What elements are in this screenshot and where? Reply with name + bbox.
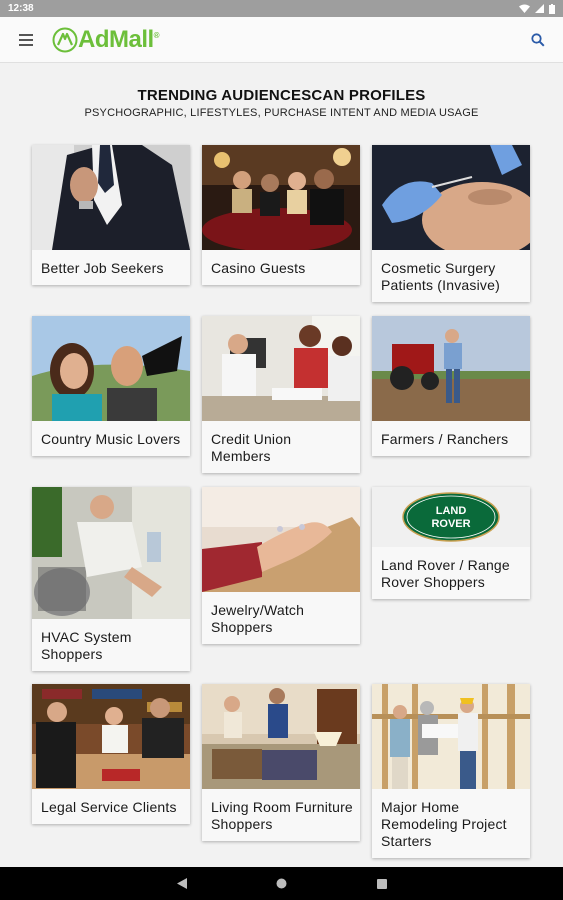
profile-label: Major Home Remodeling Project Starters [381,799,507,849]
home-circle-icon [276,878,287,889]
profile-card-home-remodeling[interactable]: Major Home Remodeling Project Starters [372,684,530,858]
profile-label: HVAC System Shoppers [41,629,132,662]
profile-card-better-job-seekers[interactable]: Better Job Seekers [32,145,190,285]
app-bar: AdMall® [0,17,563,63]
profile-label: Better Job Seekers [41,260,164,276]
profile-card-country-music[interactable]: Country Music Lovers [32,316,190,456]
profile-label: Legal Service Clients [41,799,177,815]
profile-image [32,487,190,619]
status-time: 12:38 [8,3,34,14]
profile-label: Country Music Lovers [41,431,181,447]
page-title: TRENDING AUDIENCESCAN PROFILES [137,87,426,104]
menu-button[interactable] [16,29,38,51]
profile-label: Cosmetic Surgery Patients (Invasive) [381,260,500,293]
logo-registered-mark: ® [153,30,160,40]
profile-label: Living Room Furniture Shoppers [211,799,353,832]
logo-text: AdMall® [78,25,160,54]
profile-card-farmers[interactable]: Farmers / Ranchers [372,316,530,456]
profile-image [202,145,360,250]
profile-card-living-room[interactable]: Living Room Furniture Shoppers [202,684,360,841]
profile-image [32,316,190,421]
admall-logo[interactable]: AdMall® [52,25,160,54]
profile-label: Land Rover / Range Rover Shoppers [381,557,510,590]
profile-image [372,684,530,789]
profile-label: Credit Union Members [211,431,292,464]
profile-card-cosmetic-surgery[interactable]: Cosmetic Surgery Patients (Invasive) [372,145,530,302]
back-triangle-icon [176,878,187,889]
profile-label: Casino Guests [211,260,306,276]
profile-card-hvac[interactable]: HVAC System Shoppers [32,487,190,671]
profile-image [32,684,190,789]
profile-card-legal-service[interactable]: Legal Service Clients [32,684,190,824]
status-icons [519,3,555,14]
battery-icon [549,3,555,14]
page-heading: TRENDING AUDIENCESCAN PROFILES PSYCHOGRA… [0,87,563,119]
admall-logo-icon [52,27,78,52]
svg-text:LAND: LAND [436,505,467,517]
profile-label: Farmers / Ranchers [381,431,509,447]
profile-image [202,316,360,421]
page-subtitle: PSYCHOGRAPHIC, LIFESTYLES, PURCHASE INTE… [84,107,479,119]
signal-icon [535,4,544,13]
profile-card-credit-union[interactable]: Credit Union Members [202,316,360,473]
land-rover-logo: LAND ROVER [402,492,500,542]
svg-text:ROVER: ROVER [431,518,470,530]
hamburger-icon [19,33,33,36]
profile-image [202,684,360,789]
profile-card-casino-guests[interactable]: Casino Guests [202,145,360,285]
profile-image [202,487,360,592]
wifi-icon [519,4,530,13]
status-bar: 12:38 [0,0,563,17]
recents-button[interactable] [372,874,392,894]
main-content: TRENDING AUDIENCESCAN PROFILES PSYCHOGRA… [0,63,563,867]
logo-wordmark: AdMall [78,25,154,53]
profile-image [32,145,190,250]
profile-image [372,316,530,421]
profile-label: Jewelry/Watch Shoppers [211,602,305,635]
profile-card-jewelry[interactable]: Jewelry/Watch Shoppers [202,487,360,644]
search-button[interactable] [527,29,549,51]
system-nav-bar [0,867,563,900]
profile-image: LAND ROVER [372,487,530,547]
back-button[interactable] [172,874,192,894]
profile-card-land-rover[interactable]: LAND ROVER Land Rover / Range Rover Shop… [372,487,530,599]
profile-image [372,145,530,250]
search-icon [531,32,545,47]
home-button[interactable] [272,874,292,894]
recents-square-icon [376,878,387,889]
